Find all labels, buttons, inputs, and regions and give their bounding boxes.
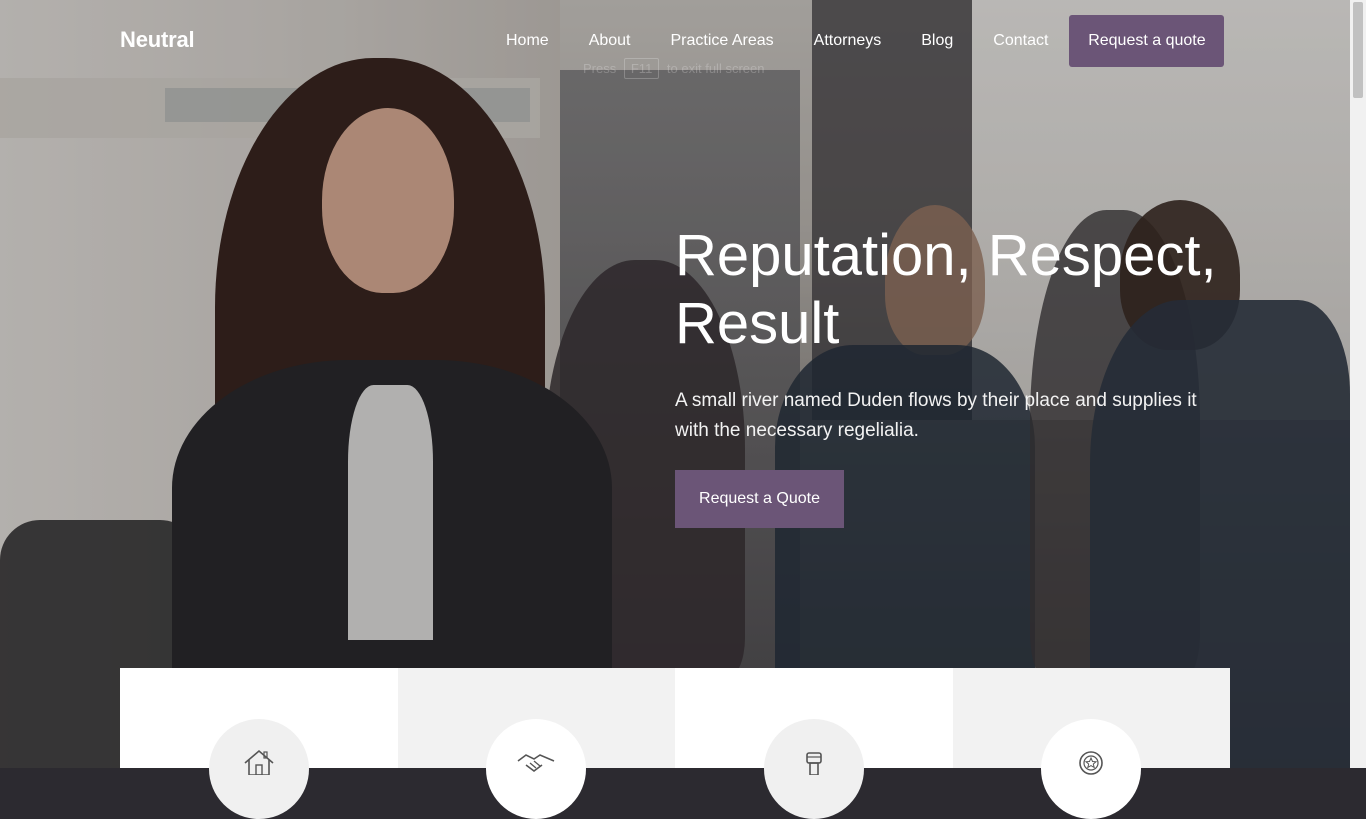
feature-card[interactable] xyxy=(952,668,1230,819)
nav-contact[interactable]: Contact xyxy=(973,15,1068,67)
request-quote-nav-button[interactable]: Request a quote xyxy=(1069,15,1225,67)
hero-subtitle: A small river named Duden flows by their… xyxy=(675,390,1197,441)
feature-card[interactable] xyxy=(397,668,675,819)
page-scrollbar[interactable] xyxy=(1350,0,1366,768)
fullscreen-hint-after: to exit full screen xyxy=(666,61,765,76)
hero-title: Reputation, Respect, Result xyxy=(675,223,1217,356)
nav-blog[interactable]: Blog xyxy=(901,15,973,67)
nav-home[interactable]: Home xyxy=(486,15,569,67)
feature-icon-circle xyxy=(1041,719,1142,819)
nav-attorneys[interactable]: Attorneys xyxy=(794,15,902,67)
feature-card[interactable] xyxy=(120,668,398,819)
feature-card[interactable] xyxy=(675,668,953,819)
request-quote-hero-button[interactable]: Request a Quote xyxy=(675,470,844,528)
hero-background xyxy=(0,0,1350,768)
fullscreen-hint-before: Press xyxy=(583,61,617,76)
feature-icon-circle xyxy=(486,719,587,819)
house-icon xyxy=(244,749,274,775)
gavel-icon xyxy=(805,752,822,775)
fullscreen-hint: Press F11 to exit full screen xyxy=(583,58,764,79)
hero-overlay xyxy=(0,0,1350,768)
handshake-icon xyxy=(517,754,555,772)
feature-icon-circle xyxy=(763,719,864,819)
award-badge-icon xyxy=(1079,751,1104,775)
feature-icon-circle xyxy=(208,719,309,819)
feature-cards xyxy=(120,668,1230,819)
fullscreen-hint-key: F11 xyxy=(623,58,660,79)
scrollbar-thumb[interactable] xyxy=(1353,2,1363,98)
brand-logo[interactable]: Neutral xyxy=(120,27,195,53)
